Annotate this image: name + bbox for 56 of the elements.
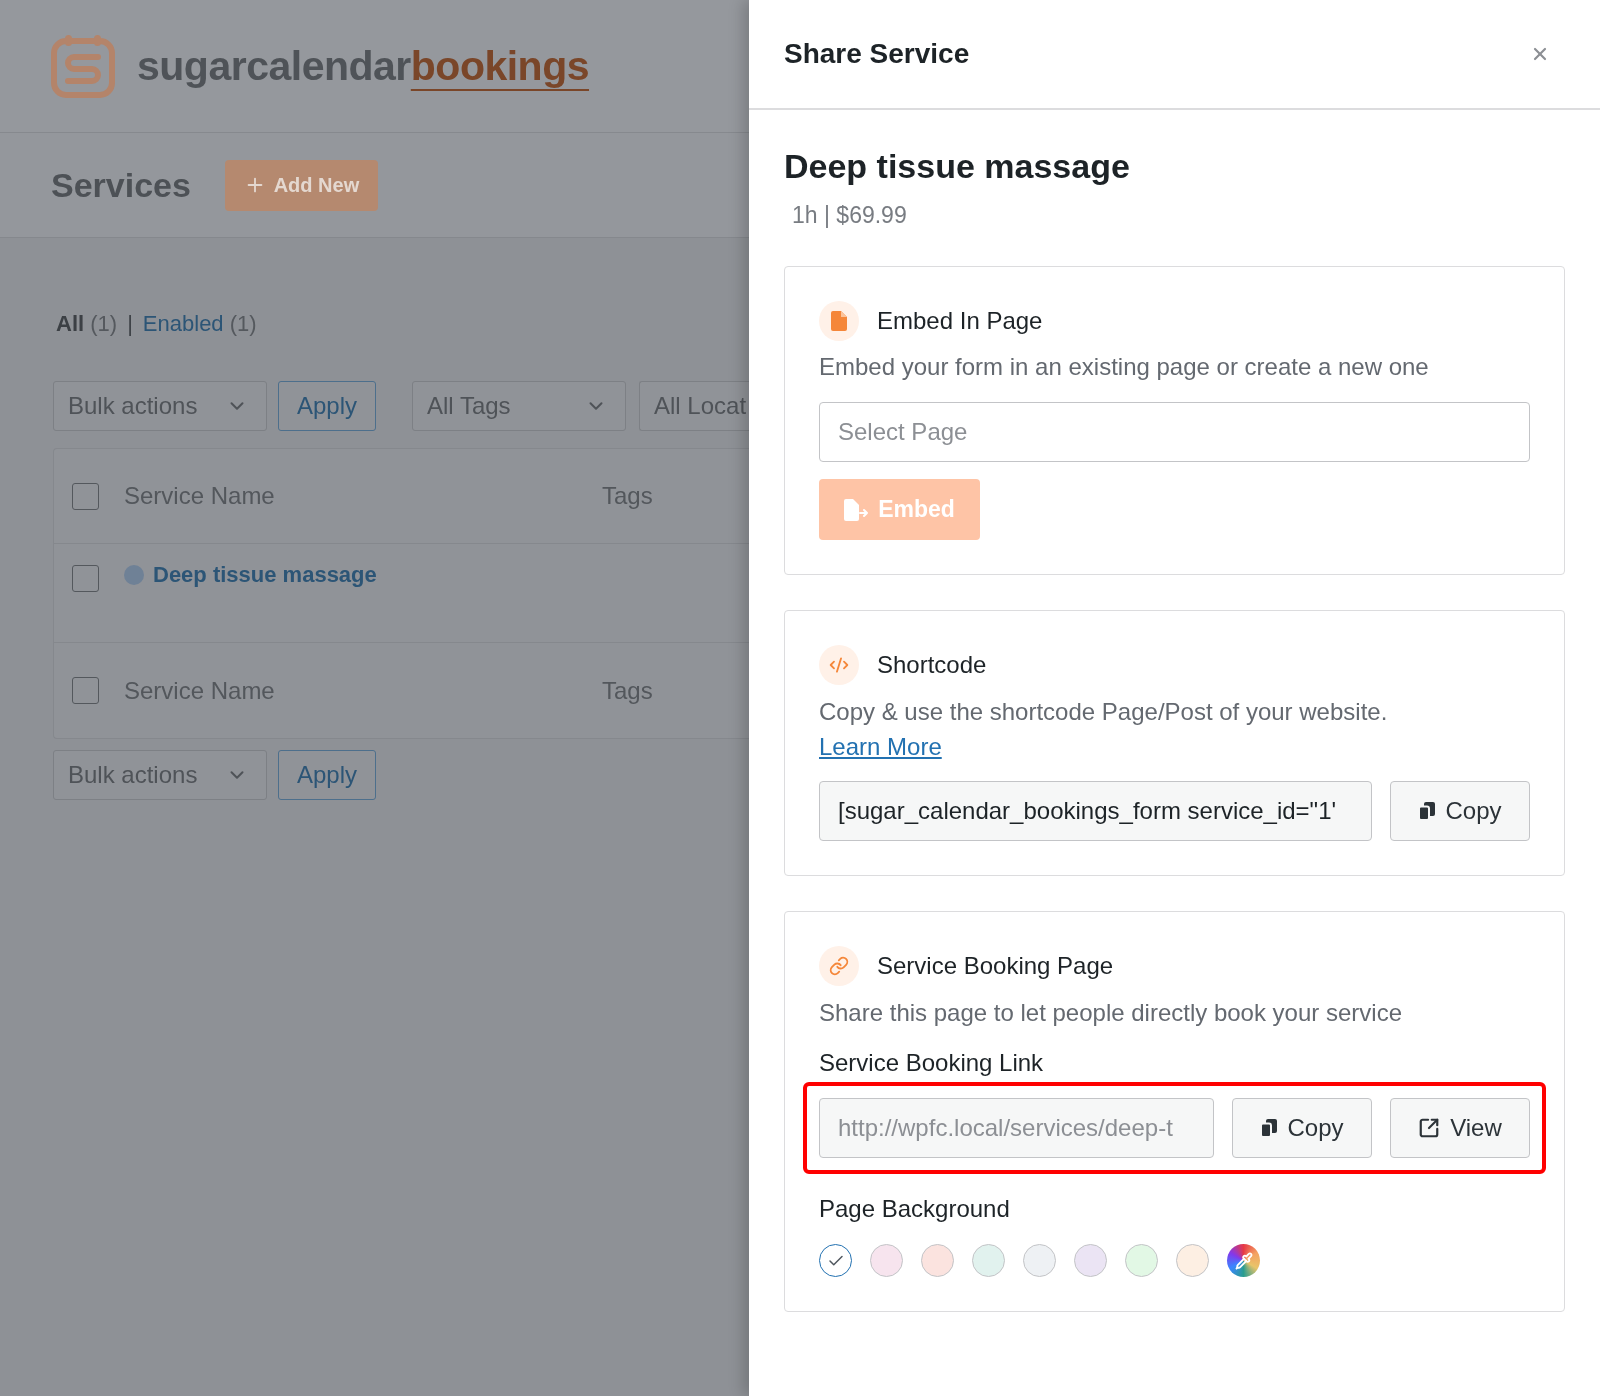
tags-select[interactable]: All Tags (412, 381, 626, 431)
color-swatch[interactable] (921, 1244, 954, 1277)
column-header: Tags (602, 482, 653, 510)
color-swatch[interactable] (819, 1244, 852, 1277)
bulk-actions-select[interactable]: Bulk actions (53, 381, 267, 431)
locations-select[interactable]: All Locat (639, 381, 749, 431)
color-swatch[interactable] (870, 1244, 903, 1277)
section-description: Copy & use the shortcode Page/Post of your website. Learn More (819, 697, 1389, 762)
card-title: Service Booking Page (877, 952, 1114, 980)
service-name: Deep tissue massage (784, 146, 1131, 186)
copy-button[interactable]: Copy (1390, 781, 1530, 841)
eyedropper-icon (1234, 1251, 1253, 1270)
learn-more-link[interactable]: Learn More (819, 733, 942, 760)
code-icon (819, 645, 859, 685)
apply-button[interactable]: Apply (278, 381, 376, 431)
external-link-icon (1418, 1117, 1441, 1139)
drawer-title: Share Service (784, 38, 970, 70)
copy-icon (1260, 1118, 1278, 1138)
checkbox[interactable] (72, 565, 99, 592)
logo-text: sugarcalendarbookings (137, 42, 589, 90)
column-header: Service Name (124, 482, 275, 510)
booking-link-field[interactable]: http://wpfc.local/services/deep-t (819, 1098, 1214, 1158)
color-swatch[interactable] (1125, 1244, 1158, 1277)
card-title: Embed In Page (877, 307, 1043, 335)
apply-button[interactable]: Apply (278, 750, 376, 800)
document-arrow-icon (844, 498, 869, 521)
service-meta: 1h | $69.99 (792, 201, 908, 230)
status-filter[interactable]: All (1) (56, 311, 118, 337)
add-new-button[interactable]: Add New (224, 159, 378, 211)
color-swatch[interactable] (1074, 1244, 1107, 1277)
column-header: Service Name (124, 676, 275, 705)
status-filter[interactable]: Enabled (1) (142, 311, 257, 337)
bulk-actions-select[interactable]: Bulk actions (53, 750, 267, 800)
view-button[interactable]: View (1390, 1098, 1530, 1158)
field-label: Page Background (819, 1194, 1011, 1224)
service-link[interactable]: Deep tissue massage (153, 561, 377, 589)
logo-icon (51, 34, 115, 98)
color-swatch[interactable] (972, 1244, 1005, 1277)
filter-separator: | (127, 311, 133, 337)
color-picker-button[interactable] (1227, 1244, 1260, 1277)
page-title: Services (51, 165, 191, 205)
color-swatch[interactable] (1176, 1244, 1209, 1277)
color-swatch[interactable] (1023, 1244, 1056, 1277)
copy-button[interactable]: Copy (1232, 1098, 1372, 1158)
column-header: Tags (602, 676, 653, 705)
document-icon (819, 301, 859, 341)
section-description: Share this page to let people directly book your service (819, 998, 1403, 1028)
field-label: Service Booking Link (819, 1048, 1045, 1078)
card-title: Shortcode (877, 651, 987, 679)
checkbox[interactable] (72, 677, 99, 704)
link-icon (819, 946, 859, 986)
page-select-field[interactable]: Select Page (819, 402, 1530, 462)
shortcode-field[interactable]: [sugar_calendar_bookings_form service_id="1' (819, 781, 1372, 841)
copy-icon (1418, 801, 1436, 821)
checkbox[interactable] (72, 482, 99, 510)
section-description: Embed your form in an existing page or create a new one (819, 352, 1430, 382)
